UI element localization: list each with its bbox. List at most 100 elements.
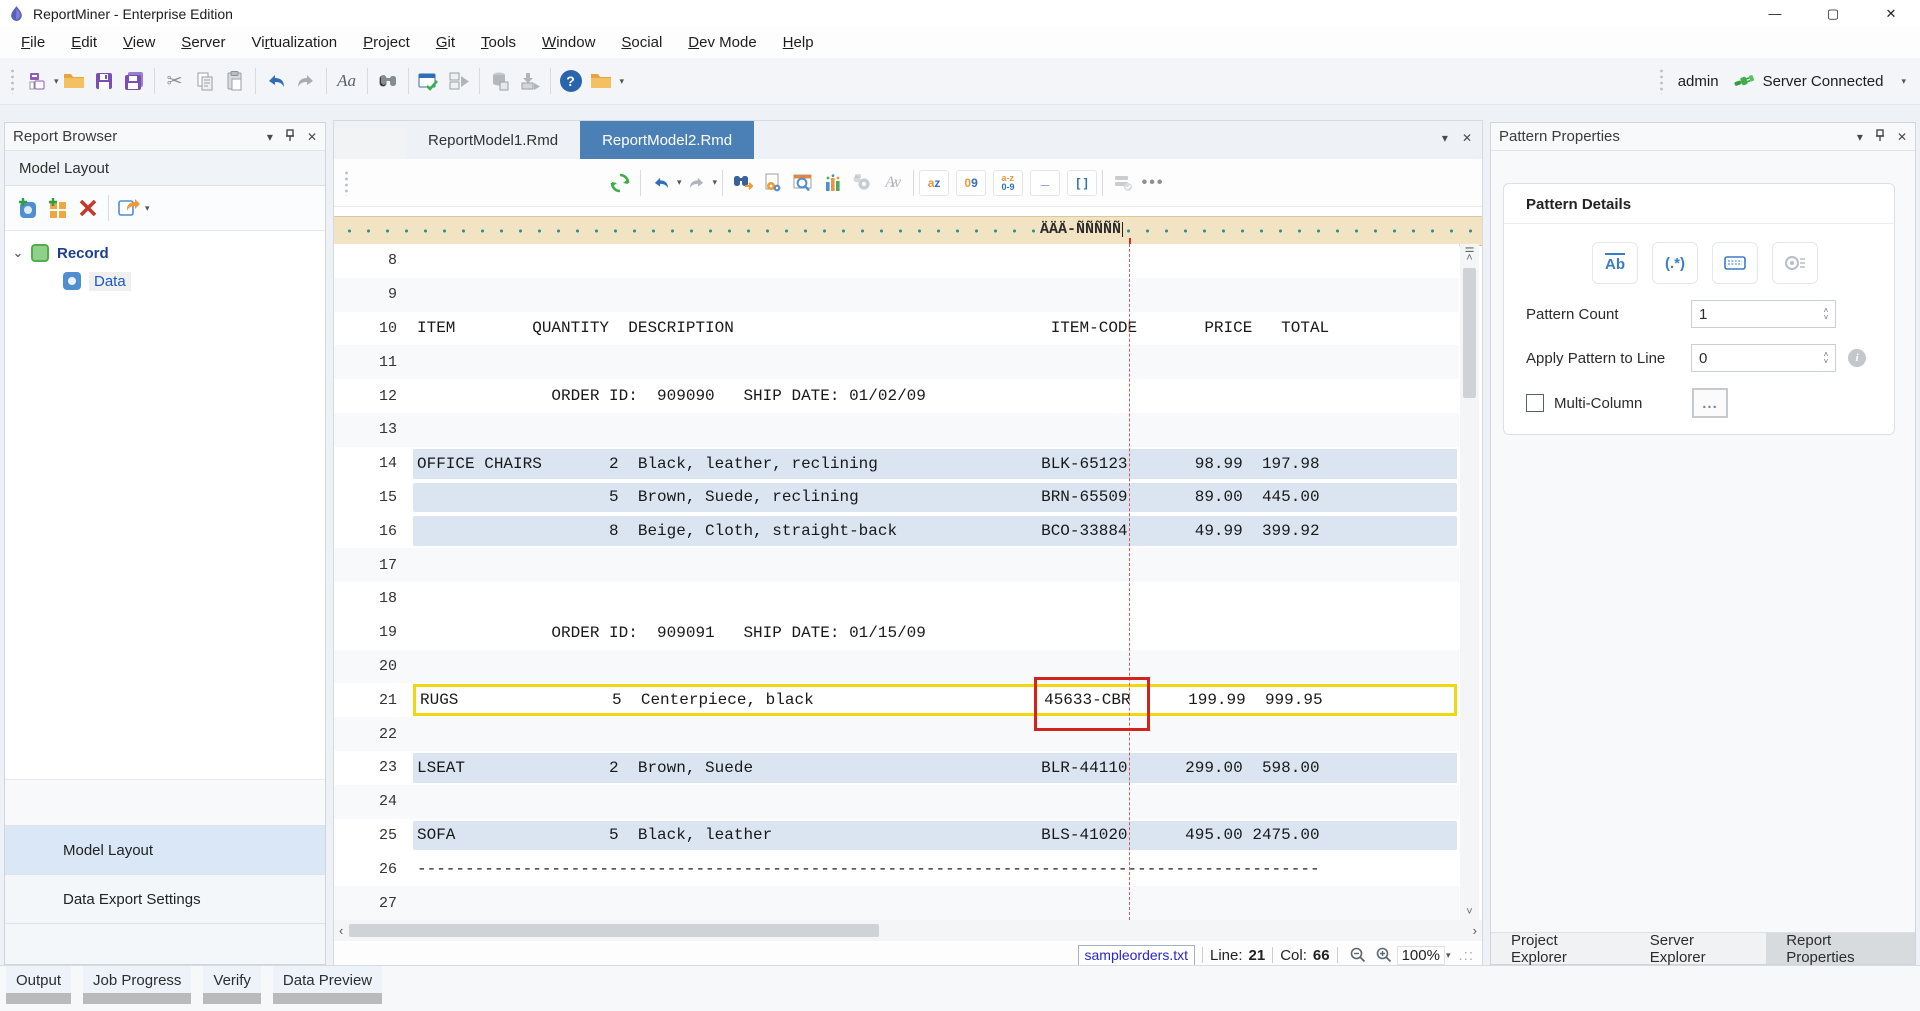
tab-close-icon[interactable]: ✕ xyxy=(1462,131,1472,145)
minimize-button[interactable]: — xyxy=(1746,0,1804,27)
zoom-level[interactable]: 100% xyxy=(1397,946,1445,965)
statistics-button[interactable] xyxy=(818,168,848,198)
match-brackets-chip[interactable]: [ ] xyxy=(1067,170,1097,196)
delete-button[interactable] xyxy=(73,193,103,223)
open-project-button[interactable] xyxy=(586,66,616,96)
document-tab[interactable]: ReportModel2.Rmd xyxy=(580,121,754,159)
panel-dropdown-icon[interactable]: ▾ xyxy=(267,130,273,144)
auto-pattern-button[interactable] xyxy=(1772,242,1818,284)
doc-undo-dropdown[interactable]: ▾ xyxy=(677,177,682,188)
export-dropdown[interactable]: ▾ xyxy=(145,203,150,214)
new-report-dropdown[interactable]: ▾ xyxy=(54,76,59,87)
browser-view-item[interactable]: Data Export Settings xyxy=(5,874,325,923)
report-text-view[interactable]: 8 9 10 ITEM QUANTITY DESCRIPTION ITEM-CO… xyxy=(334,244,1459,920)
menu-item[interactable]: Edit xyxy=(58,30,110,55)
vertical-scrollbar[interactable]: ⚌ ˄ ˅ xyxy=(1460,244,1479,920)
menu-item[interactable]: Dev Mode xyxy=(675,30,769,55)
browser-view-item[interactable] xyxy=(5,923,325,964)
menu-item[interactable]: Tools xyxy=(468,30,529,55)
tree-node-data[interactable]: Data xyxy=(5,267,325,295)
search-report-button[interactable] xyxy=(788,168,818,198)
auto-parse-button[interactable] xyxy=(848,168,878,198)
scroll-left-icon[interactable]: ‹ xyxy=(339,923,343,938)
zoom-in-icon[interactable] xyxy=(1375,946,1393,964)
text-pattern-button[interactable]: Ab xyxy=(1592,242,1638,284)
doc-undo-button[interactable] xyxy=(646,168,676,198)
horizontal-scroll-thumb[interactable] xyxy=(349,924,879,937)
paste-button[interactable] xyxy=(220,66,250,96)
tab-list-dropdown-icon[interactable]: ▾ xyxy=(1442,131,1448,145)
close-button[interactable]: ✕ xyxy=(1862,0,1920,27)
cut-button[interactable]: ✂ xyxy=(160,66,190,96)
scroll-right-icon[interactable]: › xyxy=(1473,923,1477,938)
dock-tab[interactable]: Verify xyxy=(203,966,261,1004)
document-tab[interactable]: ReportModel1.Rmd xyxy=(406,121,580,159)
right-panel-tab[interactable]: Project Explorer xyxy=(1491,933,1630,964)
add-field-button[interactable] xyxy=(43,193,73,223)
manual-pattern-button[interactable] xyxy=(1712,242,1758,284)
match-numbers-chip[interactable]: 09 xyxy=(956,170,986,196)
pattern-ruler[interactable]: ÄÄÄ-ÑÑÑÑÑ xyxy=(334,216,1482,246)
source-file-name[interactable]: sampleorders.txt xyxy=(1078,945,1195,966)
doc-redo-dropdown[interactable]: ▾ xyxy=(713,177,718,188)
rp-pin-icon[interactable] xyxy=(1875,129,1885,145)
find-button[interactable] xyxy=(373,66,403,96)
toolbar-right-overflow[interactable]: ▾ xyxy=(1901,76,1906,87)
database-button[interactable] xyxy=(485,66,515,96)
undo-button[interactable] xyxy=(261,66,291,96)
menu-item[interactable]: Git xyxy=(423,30,468,55)
menu-item[interactable]: File xyxy=(8,30,58,55)
find-pattern-button[interactable] xyxy=(728,168,758,198)
spin-down-icon[interactable]: ˅ xyxy=(1824,358,1829,365)
refresh-button[interactable] xyxy=(605,168,635,198)
open-file-button[interactable] xyxy=(59,66,89,96)
save-button[interactable] xyxy=(89,66,119,96)
panel-pin-icon[interactable] xyxy=(285,129,295,145)
run-export-button[interactable] xyxy=(444,66,474,96)
menu-item[interactable]: Help xyxy=(770,30,827,55)
panel-close-icon[interactable]: ✕ xyxy=(307,130,317,144)
menu-item[interactable]: Social xyxy=(608,30,675,55)
rp-dropdown-icon[interactable]: ▾ xyxy=(1857,130,1863,144)
match-whitespace-chip[interactable]: _ xyxy=(1030,170,1060,196)
deploy-button[interactable] xyxy=(515,66,545,96)
browser-view-item[interactable]: Model Layout xyxy=(5,825,325,874)
help-button[interactable]: ? xyxy=(556,66,586,96)
apply-pattern-input[interactable]: 0 ˄˅ xyxy=(1691,344,1836,372)
font-button[interactable]: Aa xyxy=(332,66,362,96)
scroll-up-icon[interactable]: ˄ xyxy=(1466,252,1472,264)
dock-tab[interactable]: Data Preview xyxy=(273,966,382,1004)
apply-db-button[interactable] xyxy=(1108,168,1138,198)
menu-item[interactable]: Window xyxy=(529,30,608,55)
dock-tab[interactable]: Job Progress xyxy=(83,966,191,1004)
vertical-scroll-thumb[interactable] xyxy=(1463,268,1476,398)
menu-item[interactable]: Project xyxy=(350,30,423,55)
dock-tab[interactable]: Output xyxy=(6,966,71,1004)
menu-item[interactable]: Virtualization xyxy=(239,30,351,55)
multi-column-options-button[interactable]: ... xyxy=(1692,388,1728,418)
regex-pattern-button[interactable]: (.*) xyxy=(1652,242,1698,284)
new-report-button[interactable] xyxy=(23,66,53,96)
maximize-button[interactable]: ▢ xyxy=(1804,0,1862,27)
right-panel-tab[interactable]: Report Properties xyxy=(1766,933,1915,964)
pattern-settings-button[interactable] xyxy=(758,168,788,198)
spin-down-icon[interactable]: ˅ xyxy=(1824,314,1829,321)
save-all-button[interactable] xyxy=(119,66,149,96)
zoom-out-icon[interactable] xyxy=(1349,946,1367,964)
verify-window-button[interactable] xyxy=(414,66,444,96)
more-options-button[interactable]: ••• xyxy=(1138,168,1168,198)
tree-node-record[interactable]: ⌄ Record xyxy=(5,239,325,267)
rp-close-icon[interactable]: ✕ xyxy=(1897,130,1907,144)
add-record-button[interactable] xyxy=(13,193,43,223)
pattern-count-input[interactable]: 1 ˄˅ xyxy=(1691,300,1836,328)
export-model-button[interactable] xyxy=(114,193,144,223)
multi-column-checkbox[interactable] xyxy=(1526,394,1544,412)
font-style-button[interactable]: A̷v xyxy=(878,168,908,198)
match-alnum-chip[interactable]: a-z0-9 xyxy=(993,170,1023,196)
match-letters-chip[interactable]: az xyxy=(919,170,949,196)
zoom-dropdown[interactable]: ▾ xyxy=(1446,950,1451,961)
horizontal-scrollbar[interactable]: ‹ › xyxy=(334,920,1482,941)
doc-redo-button[interactable] xyxy=(682,168,712,198)
right-panel-tab[interactable]: Server Explorer xyxy=(1630,933,1766,964)
menu-item[interactable]: Server xyxy=(168,30,238,55)
